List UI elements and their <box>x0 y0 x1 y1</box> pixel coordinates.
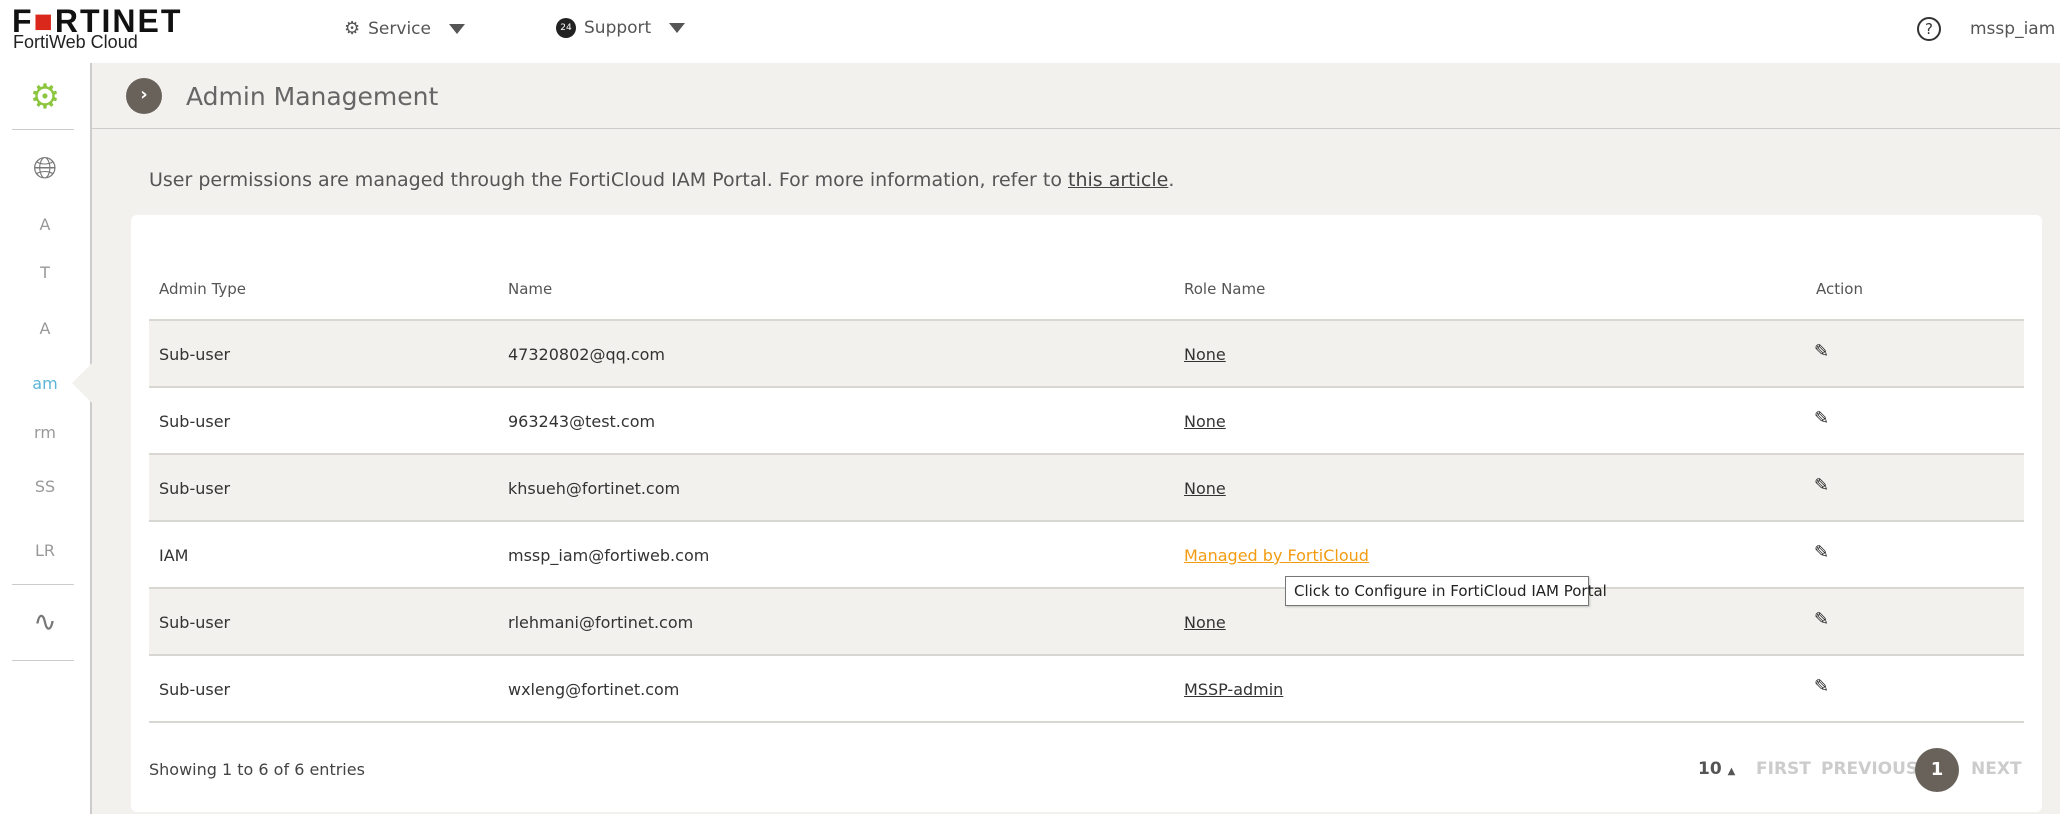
divider <box>12 584 74 585</box>
sidebar-item-a2[interactable]: A <box>0 319 90 338</box>
article-link[interactable]: this article <box>1068 169 1168 191</box>
admin-type-cell: IAM <box>159 546 189 565</box>
service-icon: ⚙ <box>344 18 361 39</box>
col-admin-type: Admin Type <box>159 280 247 298</box>
table-row: Sub-user 47320802@qq.com None ✎ <box>149 321 2024 388</box>
sidebar-item-t[interactable]: T <box>0 263 90 282</box>
edit-icon[interactable]: ✎ <box>1814 475 1829 496</box>
page-1-button[interactable]: 1 <box>1915 748 1959 792</box>
caret-up-icon: ▲ <box>1727 766 1736 777</box>
expand-sidebar-button[interactable]: › <box>126 78 162 114</box>
role-link[interactable]: None <box>1184 412 1226 431</box>
product-name: FortiWeb Cloud <box>13 32 138 52</box>
edit-icon[interactable]: ✎ <box>1814 408 1829 429</box>
chevron-down-icon <box>448 23 465 34</box>
info-text-body: User permissions are managed through the… <box>149 169 1068 191</box>
edit-icon[interactable]: ✎ <box>1814 542 1829 563</box>
tooltip: Click to Configure in FortiCloud IAM Por… <box>1285 576 1607 606</box>
support-24-icon: 24 <box>556 18 576 38</box>
role-link[interactable]: None <box>1184 613 1226 632</box>
col-name: Name <box>508 280 553 298</box>
admin-type-cell: Sub-user <box>159 412 231 431</box>
active-pointer <box>72 363 92 403</box>
sidebar-item-a[interactable]: A <box>0 215 90 234</box>
info-text-end: . <box>1168 169 1175 191</box>
sidebar-item-ss[interactable]: SS <box>0 477 90 496</box>
name-cell: mssp_iam@fortiweb.com <box>508 546 710 565</box>
name-cell: 963243@test.com <box>508 412 656 431</box>
name-cell: rlehmani@fortinet.com <box>508 613 694 632</box>
divider <box>12 129 74 130</box>
support-menu[interactable]: 24 Support <box>556 18 686 38</box>
next-page-button[interactable]: NEXT <box>1971 759 2022 779</box>
name-cell: 47320802@qq.com <box>508 345 666 364</box>
info-text: User permissions are managed through the… <box>149 169 1174 191</box>
entries-info: Showing 1 to 6 of 6 entries <box>149 760 365 779</box>
admin-type-cell: Sub-user <box>159 680 231 699</box>
role-link[interactable]: Managed by FortiCloud <box>1184 546 1369 565</box>
name-cell: wxleng@fortinet.com <box>508 680 680 699</box>
support-label: Support <box>584 18 652 38</box>
page-title: Admin Management <box>186 82 439 111</box>
admin-type-cell: Sub-user <box>159 479 231 498</box>
sidebar-item-lr[interactable]: LR <box>0 541 90 560</box>
fortiweb-gear-icon[interactable]: ⚙ <box>0 77 90 117</box>
table-row: IAM mssp_iam@fortiweb.com Managed by Forti… <box>149 522 2024 589</box>
edit-icon[interactable]: ✎ <box>1814 676 1829 697</box>
role-link[interactable]: MSSP-admin <box>1184 680 1283 699</box>
col-role-name: Role Name <box>1184 280 1266 298</box>
top-header: F■RTINET FortiWeb Cloud ⚙ Service 24 Sup… <box>0 0 2060 63</box>
edit-icon[interactable]: ✎ <box>1814 341 1829 362</box>
help-icon[interactable]: ? <box>1917 17 1941 41</box>
sidebar: ⚙ 🌐︎ A T A am rm SS LR ∿ <box>0 63 92 814</box>
page-size-value: 10 <box>1698 759 1722 779</box>
admin-type-cell: Sub-user <box>159 345 231 364</box>
role-link[interactable]: None <box>1184 345 1226 364</box>
chevron-down-icon <box>669 23 686 33</box>
pulse-icon[interactable]: ∿ <box>0 605 90 638</box>
service-label: Service <box>368 18 431 39</box>
role-link[interactable]: None <box>1184 479 1226 498</box>
page-size-select[interactable]: 10 ▲ <box>1698 759 1735 779</box>
user-label: mssp_iam <box>1970 19 2056 39</box>
previous-page-button[interactable]: PREVIOUS <box>1821 759 1918 779</box>
col-action: Action <box>1816 280 1863 298</box>
sidebar-item-rm[interactable]: rm <box>0 423 90 442</box>
name-cell: khsueh@fortinet.com <box>508 479 681 498</box>
user-menu[interactable]: mssp_iam <box>1970 19 2060 39</box>
table-row: Sub-user 963243@test.com None ✎ <box>149 388 2024 455</box>
globe-icon[interactable]: 🌐︎ <box>0 151 90 186</box>
admin-type-cell: Sub-user <box>159 613 231 632</box>
service-menu[interactable]: ⚙ Service <box>344 18 465 39</box>
first-page-button[interactable]: FIRST <box>1756 759 1811 779</box>
table-row: Sub-user wxleng@fortinet.com MSSP-admin ✎ <box>149 656 2024 723</box>
edit-icon[interactable]: ✎ <box>1814 609 1829 630</box>
table-row: Sub-user rlehmani@fortinet.com None ✎ <box>149 589 2024 656</box>
table-row: Sub-user khsueh@fortinet.com None ✎ <box>149 455 2024 522</box>
divider <box>12 660 74 661</box>
